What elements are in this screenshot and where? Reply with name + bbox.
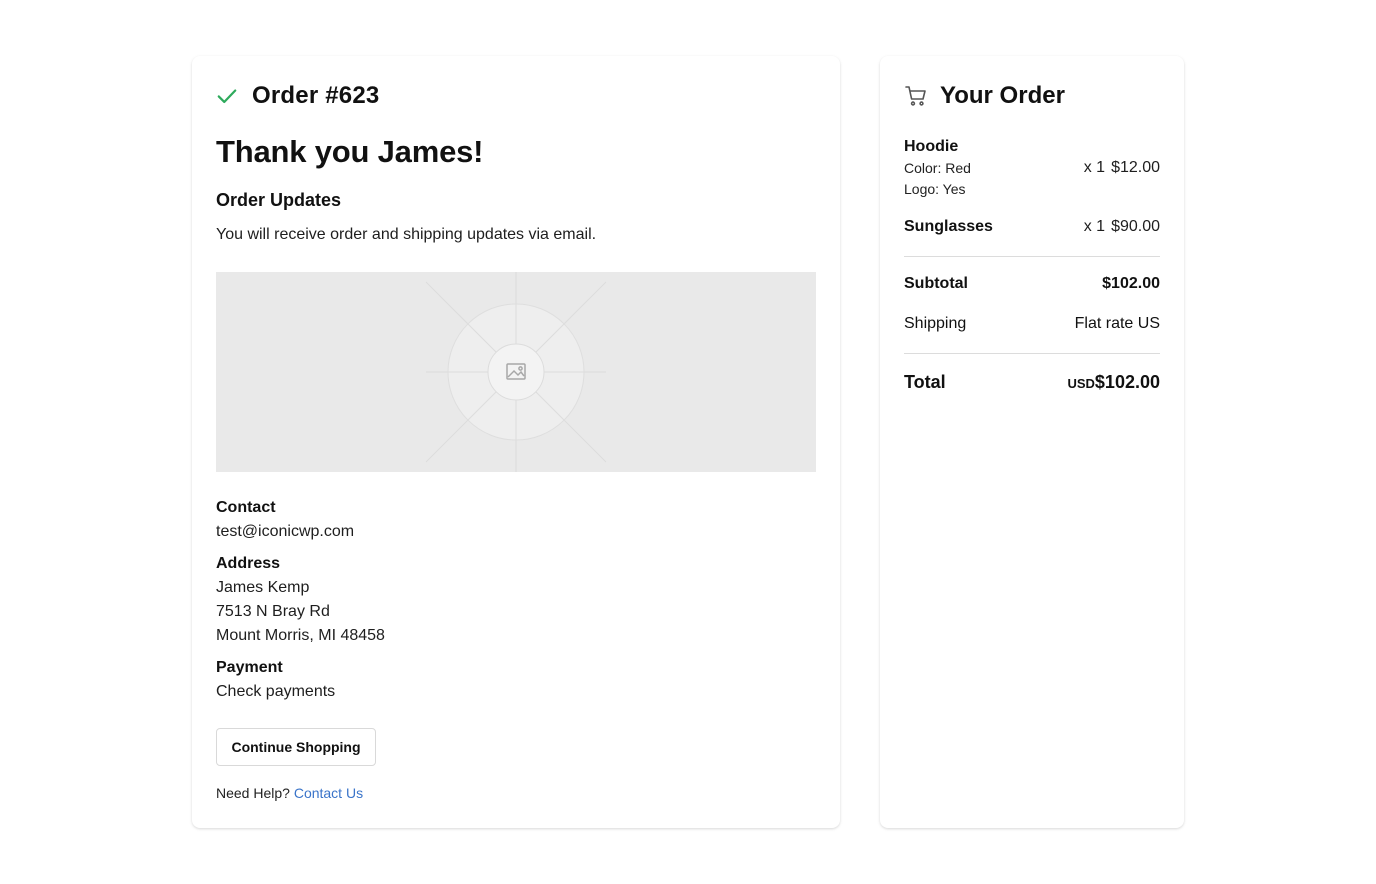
cart-icon [905, 86, 926, 106]
address-street: 7513 N Bray Rd [216, 603, 330, 620]
payment-section: Payment Check payments [216, 656, 335, 704]
order-confirmation-card: Order #623 Thank you James! Order Update… [192, 56, 840, 828]
checkmark-icon [217, 89, 237, 104]
contact-us-link[interactable]: Contact Us [294, 785, 363, 801]
order-header: Order #623 [216, 80, 379, 112]
summary-title: Your Order [940, 82, 1065, 109]
subtotal-label: Subtotal [904, 275, 968, 292]
item-price: $12.00 [1111, 159, 1160, 176]
subtotal-value: $102.00 [1102, 275, 1160, 292]
total-label: Total [904, 372, 946, 392]
address-section: Address James Kemp 7513 N Bray Rd Mount … [216, 552, 385, 648]
summary-header: Your Order [904, 80, 1065, 112]
shipping-label: Shipping [904, 315, 967, 332]
total-row: Total USD$102.00 [904, 372, 1160, 393]
order-updates-text: You will receive order and shipping upda… [216, 226, 597, 243]
divider [904, 256, 1160, 257]
payment-label: Payment [216, 659, 283, 676]
item-qty: x 1 [1083, 159, 1106, 176]
payment-method: Check payments [216, 683, 336, 700]
contact-label: Contact [216, 499, 276, 516]
continue-shopping-button[interactable]: Continue Shopping [216, 728, 376, 766]
item-qty: x 1 [1083, 218, 1106, 235]
summary-item: Sunglasses x 1 $90.00 [904, 218, 1160, 240]
item-price: $90.00 [1111, 218, 1160, 235]
shipping-value: Flat rate US [1074, 315, 1160, 332]
address-label: Address [216, 555, 281, 572]
summary-item: Hoodie Color: Red Logo: Yes x 1 $12.00 [904, 138, 1160, 202]
contact-email: test@iconicwp.com [216, 523, 355, 540]
help-text: Need Help? [216, 785, 290, 801]
item-price-line: x 1 $90.00 [1084, 218, 1160, 236]
item-name: Hoodie [904, 138, 959, 155]
total-currency: USD [1067, 376, 1095, 391]
contact-section: Contact test@iconicwp.com [216, 496, 354, 544]
item-price-line: x 1 $12.00 [1084, 159, 1160, 177]
address-name: James Kemp [216, 579, 310, 596]
order-number: Order #623 [252, 82, 380, 109]
shipping-row: Shipping Flat rate US [904, 315, 1160, 333]
total-amount: USD$102.00 [1067, 372, 1160, 393]
item-option: Logo: Yes [904, 181, 966, 197]
order-summary-card: Your Order Hoodie Color: Red Logo: Yes x… [880, 56, 1184, 828]
image-placeholder [216, 272, 816, 472]
divider [904, 353, 1160, 354]
thank-you-heading: Thank you James! [216, 134, 484, 169]
order-updates-heading: Order Updates [216, 190, 342, 210]
address-city: Mount Morris, MI 48458 [216, 627, 385, 644]
subtotal-row: Subtotal $102.00 [904, 275, 1160, 293]
help-line: Need Help? Contact Us [216, 785, 363, 801]
total-value: $102.00 [1094, 372, 1160, 392]
